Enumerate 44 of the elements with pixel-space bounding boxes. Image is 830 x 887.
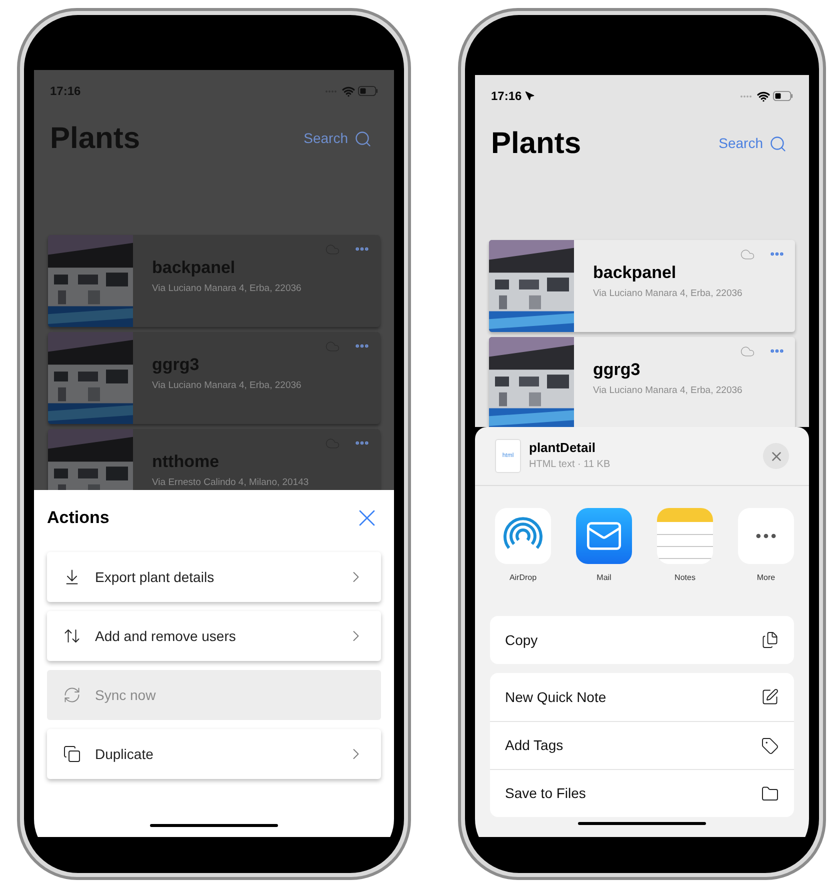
airdrop-icon (495, 508, 551, 564)
file-name: plantDetail (529, 440, 596, 457)
tag-icon (761, 736, 779, 754)
search-icon (769, 134, 787, 152)
battery-icon (358, 86, 378, 96)
plant-address: Via Luciano Manara 4, Erba, 22036 (152, 379, 302, 394)
plant-address: Via Ernesto Calindo 4, Milano, 20143 (152, 476, 310, 490)
share-app[interactable]: AirDrop (495, 508, 551, 584)
sync-icon (63, 686, 81, 704)
plant-card[interactable]: backpanel Via Luciano Manara 4, Erba, 22036 (489, 240, 795, 332)
share-action[interactable]: Save to Files (490, 769, 794, 817)
plant-address: Via Luciano Manara 4, Erba, 22036 (152, 282, 302, 296)
file-info: HTML text · 11 KB (529, 458, 612, 472)
share-action[interactable]: New Quick Note (490, 673, 794, 721)
battery-icon (773, 91, 793, 101)
mail-icon (576, 508, 632, 564)
share-app[interactable]: More (738, 508, 794, 584)
plant-card[interactable]: ggrg3 Via Luciano Manara 4, Erba, 22036 (489, 337, 795, 427)
notes-icon (657, 508, 713, 564)
plant-name: ggrg3 (593, 359, 642, 380)
plant-address: Via Luciano Manara 4, Erba, 22036 (593, 384, 744, 398)
folder-icon (761, 784, 779, 802)
plant-name: backpanel (593, 262, 678, 284)
action-item[interactable]: Add and remove users (47, 611, 381, 661)
plant-address: Via Luciano Manara 4, Erba, 22036 (593, 287, 744, 302)
copy-icon (761, 631, 779, 649)
share-app[interactable]: Mail (576, 508, 632, 584)
page-title: Plants (491, 126, 582, 162)
wifi-icon (342, 84, 355, 98)
close-button[interactable] (763, 443, 789, 469)
duplicate-icon (63, 745, 81, 763)
wifi-icon (757, 90, 770, 102)
share-action[interactable]: Add Tags (490, 721, 794, 769)
share-app[interactable]: Notes (657, 508, 713, 584)
sheet-title: Actions (47, 507, 110, 530)
quick-note-icon (761, 688, 779, 706)
signal-icon (740, 94, 754, 98)
share-action[interactable]: Copy (490, 616, 794, 664)
action-item[interactable]: Duplicate (47, 729, 381, 779)
action-item[interactable]: Export plant details (47, 552, 381, 602)
arrows-up-down-icon (63, 627, 81, 645)
more-icon (738, 508, 794, 564)
status-time: 17:16 (491, 88, 522, 105)
search-icon (354, 130, 372, 148)
